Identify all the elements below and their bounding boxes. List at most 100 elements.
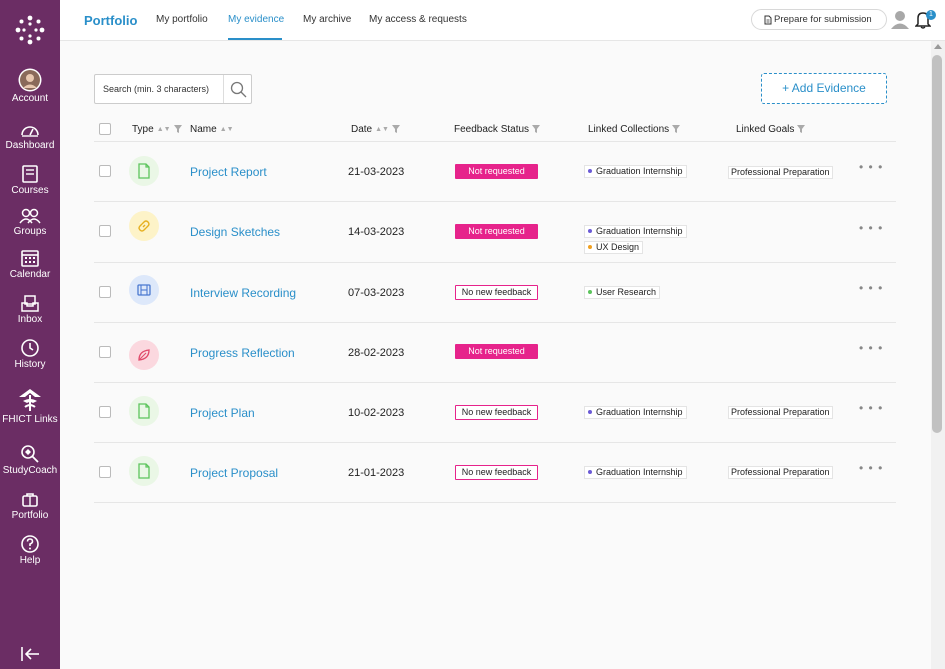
column-label: Feedback Status	[454, 124, 530, 135]
column-header-type[interactable]: Type ▲▼	[132, 124, 182, 135]
user-icon[interactable]	[891, 10, 909, 29]
row-checkbox[interactable]	[99, 406, 111, 418]
studycoach-icon	[21, 445, 39, 463]
collection-chip[interactable]: UX Design	[584, 241, 644, 254]
sidebar-item-groups[interactable]: Groups	[0, 207, 60, 237]
link-icon	[129, 211, 159, 241]
evidence-date: 21-01-2023	[348, 467, 405, 479]
table-row[interactable]: Design Sketches 14-03-2023 Not requested…	[94, 203, 896, 263]
goal-chip[interactable]: Professional Preparation	[728, 406, 833, 419]
evidence-name-link[interactable]: Interview Recording	[190, 286, 296, 300]
table-row[interactable]: Progress Reflection 28-02-2023 Not reque…	[94, 323, 896, 383]
video-icon	[129, 275, 159, 305]
collection-chip[interactable]: User Research	[584, 286, 661, 299]
sidebar-item-account[interactable]: Account	[0, 68, 60, 104]
filter-icon[interactable]	[532, 125, 541, 134]
document-icon	[129, 396, 159, 426]
sidebar-item-inbox[interactable]: Inbox	[0, 294, 60, 325]
scrollbar-thumb[interactable]	[932, 55, 942, 433]
avatar	[18, 68, 42, 92]
row-checkbox[interactable]	[99, 346, 111, 358]
search-button[interactable]	[223, 75, 252, 103]
canvas-logo[interactable]	[14, 14, 46, 46]
column-header-linked-goals[interactable]: Linked Goals	[736, 124, 806, 135]
evidence-name-link[interactable]: Project Plan	[190, 406, 255, 420]
column-label: Type	[132, 124, 154, 135]
goal-chip[interactable]: Professional Preparation	[728, 466, 833, 479]
tab-my-archive[interactable]: My archive	[303, 14, 351, 25]
more-actions-button[interactable]: • • •	[859, 221, 883, 235]
goal-chip[interactable]: Professional Preparation	[728, 166, 833, 179]
evidence-name-link[interactable]: Project Report	[190, 165, 267, 179]
column-header-feedback-status[interactable]: Feedback Status	[454, 124, 541, 135]
evidence-name-link[interactable]: Progress Reflection	[190, 346, 295, 360]
evidence-date: 28-02-2023	[348, 347, 405, 359]
filter-icon[interactable]	[173, 125, 182, 134]
sidebar-item-studycoach[interactable]: StudyCoach	[0, 444, 60, 476]
more-actions-button[interactable]: • • •	[859, 341, 883, 355]
feedback-status-badge: No new feedback	[455, 405, 538, 420]
collection-label: UX Design	[596, 242, 640, 252]
sort-icon[interactable]: ▲▼	[375, 126, 389, 133]
tab-my-portfolio[interactable]: My portfolio	[156, 14, 208, 25]
evidence-name-link[interactable]: Project Proposal	[190, 466, 278, 480]
sidebar-item-courses[interactable]: Courses	[0, 164, 60, 196]
dashboard-icon	[21, 126, 39, 137]
sidebar-item-portfolio[interactable]: Portfolio	[0, 491, 60, 521]
notification-badge: 1	[926, 10, 936, 20]
more-actions-button[interactable]: • • •	[859, 281, 883, 295]
more-actions-button[interactable]: • • •	[859, 461, 883, 475]
more-actions-button[interactable]: • • •	[859, 160, 883, 174]
evidence-date: 07-03-2023	[348, 287, 405, 299]
prepare-for-submission-button[interactable]: Prepare for submission	[751, 9, 887, 30]
sidebar-item-label: Portfolio	[11, 510, 49, 521]
collection-chip[interactable]: Graduation Internship	[584, 165, 687, 178]
feedback-status-badge: Not requested	[455, 164, 538, 179]
sidebar-item-history[interactable]: History	[0, 338, 60, 370]
tab-my-evidence[interactable]: My evidence	[228, 14, 284, 25]
sort-icon[interactable]: ▲▼	[157, 126, 171, 133]
scroll-up-arrow-icon[interactable]	[934, 44, 942, 49]
column-header-date[interactable]: Date ▲▼	[351, 124, 400, 135]
row-checkbox[interactable]	[99, 286, 111, 298]
search-input[interactable]: Search (min. 3 characters)	[94, 74, 252, 104]
history-icon	[21, 339, 39, 357]
prepare-label: Prepare for submission	[774, 14, 872, 25]
more-actions-button[interactable]: • • •	[859, 401, 883, 415]
column-header-linked-collections[interactable]: Linked Collections	[588, 124, 681, 135]
feedback-status-badge: Not requested	[455, 224, 538, 239]
table-row[interactable]: Project Plan 10-02-2023 No new feedback …	[94, 383, 896, 443]
sidebar-item-dashboard[interactable]: Dashboard	[0, 121, 60, 151]
column-header-name[interactable]: Name ▲▼	[190, 124, 234, 135]
sidebar-item-help[interactable]: Help	[0, 534, 60, 566]
filter-icon[interactable]	[672, 125, 681, 134]
evidence-name-link[interactable]: Design Sketches	[190, 225, 280, 239]
calendar-icon	[21, 250, 39, 267]
filter-icon[interactable]	[797, 125, 806, 134]
filter-icon[interactable]	[391, 125, 400, 134]
document-icon	[129, 156, 159, 186]
document-icon	[764, 15, 772, 25]
row-checkbox[interactable]	[99, 165, 111, 177]
feedback-status-badge: No new feedback	[455, 465, 538, 480]
collapse-sidebar-icon[interactable]	[20, 646, 40, 662]
column-label: Name	[190, 124, 217, 135]
collection-dot	[588, 469, 592, 474]
collection-chip[interactable]: Graduation Internship	[584, 225, 687, 238]
sidebar-item-label: FHICT Links	[2, 414, 58, 425]
tab-my-access-requests[interactable]: My access & requests	[369, 14, 467, 25]
table-row[interactable]: Interview Recording 07-03-2023 No new fe…	[94, 263, 896, 323]
sort-icon[interactable]: ▲▼	[220, 126, 234, 133]
select-all-checkbox[interactable]	[99, 123, 111, 135]
add-evidence-button[interactable]: + Add Evidence	[761, 73, 887, 104]
active-tab-indicator	[228, 38, 282, 40]
collection-dot	[588, 244, 592, 249]
row-checkbox[interactable]	[99, 466, 111, 478]
sidebar-item-fhict-links[interactable]: FHICT Links	[0, 385, 60, 425]
sidebar-item-calendar[interactable]: Calendar	[0, 248, 60, 280]
table-row[interactable]: Project Proposal 21-01-2023 No new feedb…	[94, 443, 896, 503]
collection-chip[interactable]: Graduation Internship	[584, 466, 687, 479]
row-checkbox[interactable]	[99, 225, 111, 237]
table-row[interactable]: Project Report 21-03-2023 Not requested …	[94, 142, 896, 202]
collection-chip[interactable]: Graduation Internship	[584, 406, 687, 419]
